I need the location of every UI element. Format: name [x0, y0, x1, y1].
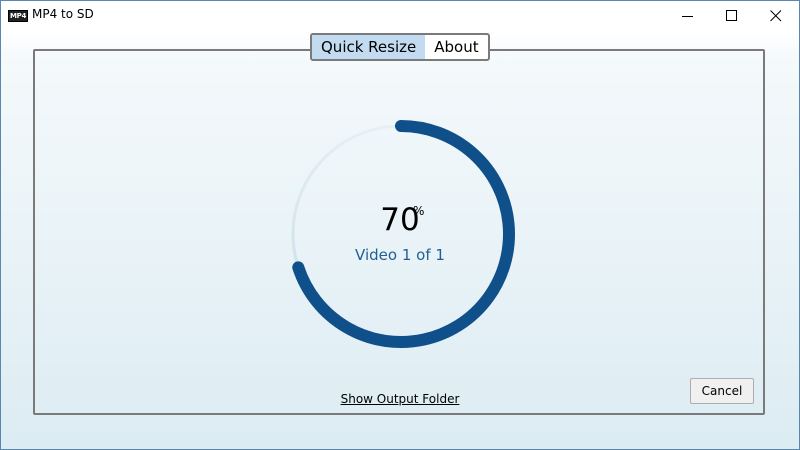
show-output-folder-link[interactable]: Show Output Folder: [330, 392, 470, 406]
progress-percent-sign: %: [413, 204, 425, 218]
video-count-label: Video 1 of 1: [355, 246, 445, 264]
progress-percent: 70 %: [340, 202, 460, 238]
cancel-button[interactable]: Cancel: [690, 378, 754, 404]
